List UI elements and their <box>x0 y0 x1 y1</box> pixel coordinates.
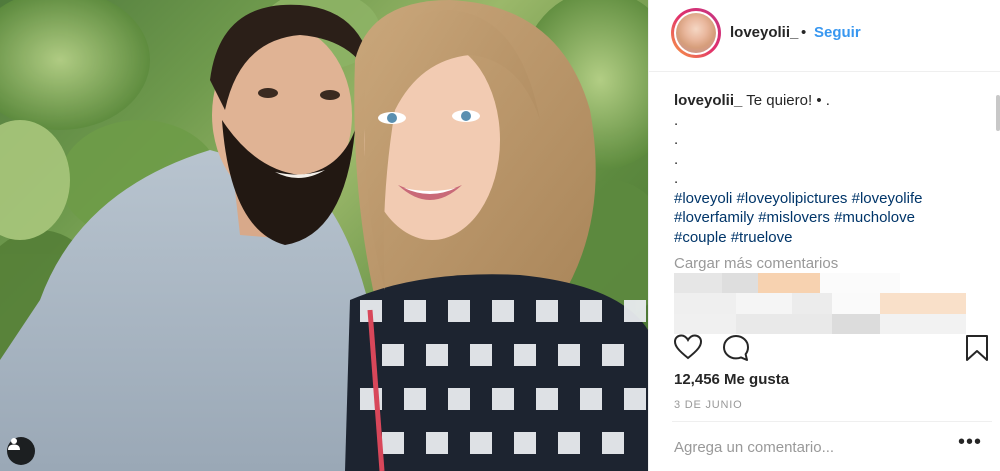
like-button[interactable] <box>673 334 704 362</box>
hashtag-link[interactable]: #loveyolife <box>852 190 923 207</box>
hashtag-line: #loveyoli #loveyolipictures #loveyolife <box>674 189 979 209</box>
caption-username[interactable]: loveyolii_ <box>674 92 742 109</box>
hashtag-line: #loverfamily #mislovers #mucholove <box>674 208 979 228</box>
caption-dot: . <box>674 170 679 187</box>
more-options-button[interactable]: ••• <box>958 432 984 457</box>
user-tag-button[interactable] <box>7 437 35 465</box>
save-button[interactable] <box>964 334 994 362</box>
comment-input[interactable] <box>672 432 946 462</box>
post-caption: loveyolii_ Te quiero! • . . . . . #lovey… <box>674 91 979 247</box>
instagram-post: loveyolii_ • Seguir loveyolii_ Te quiero… <box>0 0 1000 471</box>
hashtag-link[interactable]: #couple <box>674 229 727 246</box>
comment-button[interactable] <box>722 334 752 362</box>
photo-illustration <box>0 0 648 471</box>
caption-dot: . <box>674 150 679 168</box>
header-separator: • <box>801 24 807 41</box>
post-header: loveyolii_ • Seguir <box>649 0 1000 72</box>
post-photo[interactable] <box>0 0 648 471</box>
post-actions <box>673 334 994 362</box>
caption-text: Te quiero! • . <box>746 92 830 109</box>
header-username[interactable]: loveyolii_ <box>730 24 798 41</box>
avatar[interactable] <box>671 8 721 58</box>
hashtag-link[interactable]: #mucholove <box>834 209 915 226</box>
comment-bar: ••• <box>672 421 992 471</box>
load-more-comments-link[interactable]: Cargar más comentarios <box>674 255 838 272</box>
caption-dot: . <box>674 111 679 129</box>
caption-dot: . <box>674 131 679 148</box>
hashtag-link[interactable]: #loverfamily <box>674 209 754 226</box>
heart-icon <box>673 334 703 360</box>
post-date[interactable]: 3 DE JUNIO <box>674 399 743 411</box>
follow-button[interactable]: Seguir <box>814 24 861 41</box>
likes-count[interactable]: 12,456 Me gusta <box>674 371 789 388</box>
person-tag-icon <box>8 438 20 450</box>
caption-scrollbar[interactable] <box>996 95 1000 131</box>
comment-icon <box>723 335 749 361</box>
hashtag-line: #couple #truelove <box>674 228 979 248</box>
hashtag-link[interactable]: #loveyolipictures <box>737 190 848 207</box>
hashtag-link[interactable]: #loveyoli <box>674 190 732 207</box>
hashtag-link[interactable]: #mislovers <box>758 209 830 226</box>
bookmark-icon <box>966 335 988 361</box>
hashtag-link[interactable]: #truelove <box>731 229 793 246</box>
post-side-panel: loveyolii_ • Seguir loveyolii_ Te quiero… <box>648 0 1000 471</box>
